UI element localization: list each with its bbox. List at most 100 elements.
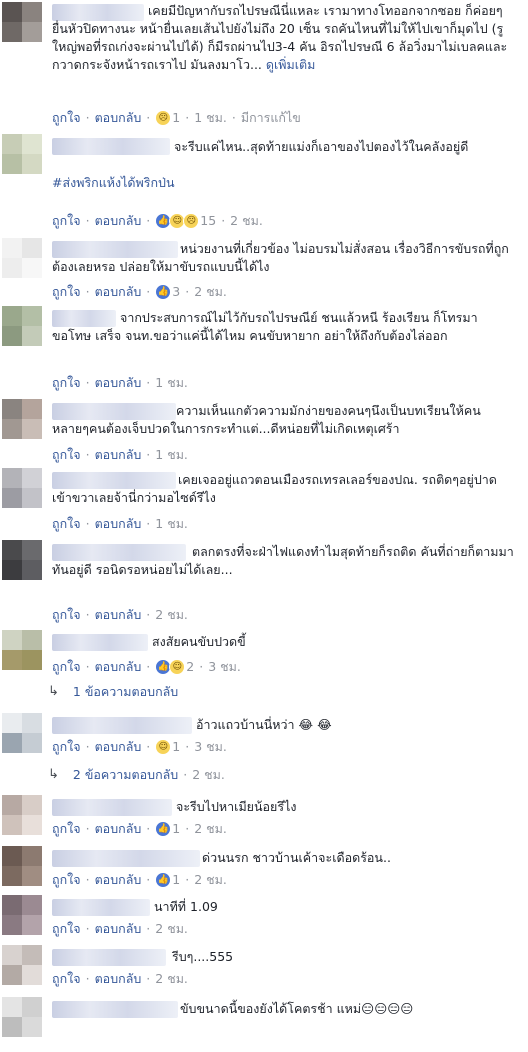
avatar[interactable]: [2, 238, 42, 278]
comment-actions: ถูกใจ · ตอบกลับ · 👍 1 · 2 ชม.: [52, 821, 227, 837]
hashtag-link[interactable]: #ส่งพริกแห้งได้พริกป่น: [52, 174, 516, 192]
like-button[interactable]: ถูกใจ: [52, 659, 81, 675]
avatar[interactable]: [2, 2, 42, 42]
timestamp[interactable]: 2 ชม.: [155, 971, 188, 987]
avatar[interactable]: [2, 540, 42, 580]
comment-actions: ถูกใจ · ตอบกลับ · 👍 ☺ 2 · 3 ชม.: [52, 659, 241, 675]
avatar[interactable]: [2, 795, 42, 835]
reaction-count: 1: [172, 872, 181, 887]
timestamp[interactable]: 3 ชม.: [208, 659, 241, 675]
timestamp[interactable]: 1 ชม.: [155, 447, 188, 463]
timestamp[interactable]: 2 ชม.: [194, 284, 227, 300]
reactions[interactable]: 👍 ☺: [155, 659, 186, 675]
reply-arrow-icon: ↳: [48, 684, 59, 699]
comment-actions: ถูกใจ · ตอบกลับ · 👍 3 · 2 ชม.: [52, 284, 227, 300]
like-button[interactable]: ถูกใจ: [52, 921, 81, 937]
comment-actions: ถูกใจ · ตอบกลับ · ☺ 1 · 3 ชม.: [52, 739, 227, 755]
avatar[interactable]: [2, 846, 42, 886]
reply-button[interactable]: ตอบกลับ: [95, 110, 142, 126]
timestamp[interactable]: 1 ชม.: [155, 375, 188, 391]
comment-text: จากประสบการณ์ไม่ไว้กับรถไปรษณีย์ ชนแล้วห…: [52, 310, 478, 343]
timestamp[interactable]: 2 ชม.: [155, 921, 188, 937]
like-button[interactable]: ถูกใจ: [52, 971, 81, 987]
sad-reaction-icon: ☹: [183, 213, 200, 229]
like-reaction-icon: 👍: [155, 284, 172, 300]
avatar[interactable]: [2, 630, 42, 670]
reply-button[interactable]: ตอบกลับ: [95, 213, 142, 229]
avatar[interactable]: [2, 895, 42, 935]
comment-text: เคยมีปัญหากับรถไปรษณีนี่แหละ เรามาทางโทอ…: [52, 3, 508, 72]
reply-arrow-icon: ↳: [48, 767, 59, 782]
view-replies-link[interactable]: ↳ 2 ข้อความตอบกลับ · 2 ชม.: [48, 767, 225, 783]
reaction-count: 2: [186, 659, 195, 674]
timestamp[interactable]: 1 ชม.: [155, 516, 188, 532]
haha-reaction-icon: ☺: [169, 659, 186, 675]
avatar[interactable]: [2, 945, 42, 985]
reply-button[interactable]: ตอบกลับ: [95, 872, 142, 888]
like-reaction-icon: 👍: [155, 821, 172, 837]
edited-label[interactable]: มีการแก้ไข: [241, 110, 301, 126]
like-button[interactable]: ถูกใจ: [52, 821, 81, 837]
reply-button[interactable]: ตอบกลับ: [95, 284, 142, 300]
reactions[interactable]: ☺: [155, 739, 172, 755]
reactions[interactable]: 👍: [155, 821, 172, 837]
timestamp[interactable]: 1 ชม.: [194, 110, 227, 126]
comment-actions: ถูกใจ · ตอบกลับ · 2 ชม.: [52, 607, 188, 623]
comment-text: จะรีบไปหาเมียน้อยรึไง: [176, 799, 297, 814]
avatar[interactable]: [2, 997, 42, 1037]
avatar[interactable]: [2, 399, 42, 439]
timestamp[interactable]: 2 ชม.: [194, 872, 227, 888]
like-button[interactable]: ถูกใจ: [52, 516, 81, 532]
reply-button[interactable]: ตอบกลับ: [95, 607, 142, 623]
comment-actions: ถูกใจ · ตอบกลับ · 1 ชม.: [52, 516, 188, 532]
comment-text: อ้าวแถวบ้านนี่หว่า 😂 😂: [196, 717, 332, 732]
reply-button[interactable]: ตอบกลับ: [95, 921, 142, 937]
avatar[interactable]: [2, 468, 42, 508]
like-button[interactable]: ถูกใจ: [52, 739, 81, 755]
like-button[interactable]: ถูกใจ: [52, 872, 81, 888]
comment-text: ด่วนนรก ชาวบ้านเค้าจะเดือดร้อน..: [202, 850, 391, 865]
reactions[interactable]: 👍: [155, 284, 172, 300]
reply-button[interactable]: ตอบกลับ: [95, 821, 142, 837]
timestamp[interactable]: 2 ชม.: [230, 213, 263, 229]
like-button[interactable]: ถูกใจ: [52, 375, 81, 391]
like-button[interactable]: ถูกใจ: [52, 607, 81, 623]
comment-list: เคยมีปัญหากับรถไปรษณีนี่แหละ เรามาทางโทอ…: [0, 0, 528, 1052]
reply-button[interactable]: ตอบกลับ: [95, 739, 142, 755]
comment-text: หน่วยงานที่เกี่ยวข้อง ไม่อบรมไม่สั่งสอน …: [52, 241, 509, 274]
haha-reaction-icon: ☺: [155, 739, 172, 755]
see-more-link[interactable]: ดูเพิ่มเติม: [266, 57, 316, 72]
comment-text: นาทีที่ 1.09: [154, 899, 218, 914]
avatar[interactable]: [2, 134, 42, 174]
reactions[interactable]: 👍: [155, 872, 172, 888]
comment-text: รีบๆ....555: [172, 949, 234, 964]
reaction-count: 3: [172, 284, 181, 299]
comment-actions: ถูกใจ · ตอบกลับ · 👍 ☺ ☹ 15 · 2 ชม.: [52, 213, 263, 229]
comment-actions: ถูกใจ · ตอบกลับ · 1 ชม.: [52, 447, 188, 463]
avatar[interactable]: [2, 713, 42, 753]
like-button[interactable]: ถูกใจ: [52, 213, 81, 229]
like-button[interactable]: ถูกใจ: [52, 110, 81, 126]
reactions[interactable]: ☹: [155, 110, 172, 126]
comment-text: เคยเจออยู่แถวตอนเมืองรถเทรลเลอร์ของปณ. ร…: [52, 472, 497, 505]
timestamp[interactable]: 2 ชม.: [155, 607, 188, 623]
view-replies-link[interactable]: ↳ 1 ข้อความตอบกลับ: [48, 684, 178, 700]
reply-button[interactable]: ตอบกลับ: [95, 447, 142, 463]
avatar[interactable]: [2, 306, 42, 346]
like-button[interactable]: ถูกใจ: [52, 284, 81, 300]
reply-button[interactable]: ตอบกลับ: [95, 375, 142, 391]
timestamp[interactable]: 2 ชม.: [192, 767, 225, 783]
comment-text: สงสัยคนขับปวดขี้: [152, 634, 246, 649]
reaction-count: 15: [200, 213, 217, 228]
comment-actions: ถูกใจ · ตอบกลับ · 1 ชม.: [52, 375, 188, 391]
like-button[interactable]: ถูกใจ: [52, 447, 81, 463]
reply-button[interactable]: ตอบกลับ: [95, 516, 142, 532]
comment-actions: ถูกใจ · ตอบกลับ · 2 ชม.: [52, 971, 188, 987]
timestamp[interactable]: 3 ชม.: [194, 739, 227, 755]
reaction-count: 1: [172, 110, 181, 125]
reaction-count: 1: [172, 821, 181, 836]
reply-button[interactable]: ตอบกลับ: [95, 971, 142, 987]
reply-button[interactable]: ตอบกลับ: [95, 659, 142, 675]
reactions[interactable]: 👍 ☺ ☹: [155, 213, 200, 229]
timestamp[interactable]: 2 ชม.: [194, 821, 227, 837]
